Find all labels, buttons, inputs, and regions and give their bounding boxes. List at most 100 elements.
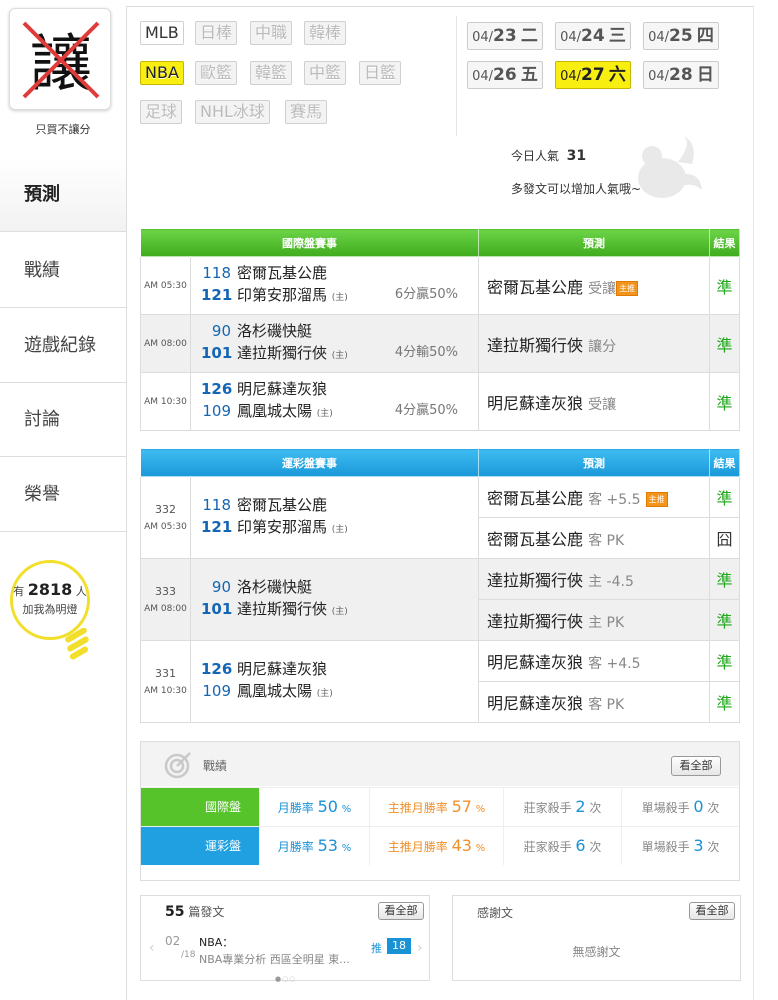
league-tag-npb[interactable]: 日棒 (195, 21, 238, 45)
menu-label: 遊戲紀錄 (24, 335, 96, 356)
table-row[interactable]: 331 AM 10:30 126 明尼蘇達灰狼 109 鳳凰城太陽 (主) 明尼蘇達灰… (140, 640, 740, 723)
table-row[interactable]: AM 10:30 126 明尼蘇達灰狼 109 鳳凰城太陽 (主) 4分贏50% 明尼… (140, 372, 740, 431)
record-header: 戰績 看全部 (141, 742, 739, 786)
table-header: 運彩盤賽事 預測 結果 (140, 448, 740, 477)
game-time: AM 10:30 (140, 372, 191, 431)
prediction: 達拉斯獨行俠 主 PK (478, 599, 710, 641)
menu-label: 預測 (24, 184, 60, 205)
date-button-0428[interactable]: 04/28 日 (643, 61, 719, 89)
record-label: 國際盤 (141, 788, 259, 826)
league-tag-kbl[interactable]: 韓籃 (250, 61, 293, 85)
result: 準 (709, 256, 740, 315)
league-tag-horse-racing[interactable]: 賽馬 (285, 100, 328, 124)
single-game-killer: 單場殺手 0 次 (621, 788, 739, 826)
table-row[interactable]: AM 05:30 118 密爾瓦基公鹿 121 印第安那溜馬 (主) 6分贏50% 密… (140, 256, 740, 315)
thanks-view-all-button[interactable]: 看全部 (689, 902, 735, 920)
game-time: AM 05:30 (144, 522, 187, 532)
monthly-win-rate: 月勝率 53 % (259, 827, 369, 865)
featured-badge: 主推 (645, 492, 668, 507)
header-event: 運彩盤賽事 (140, 448, 479, 477)
bulb-base-icon (65, 628, 89, 660)
posts-box: 55 篇發文 看全部 ‹ 02 /18 NBA： NBA專業分析 西區全明星 東… (140, 895, 430, 983)
post-title[interactable]: NBA： (199, 934, 233, 950)
result: 準 (709, 314, 740, 373)
header-result: 結果 (709, 448, 740, 477)
record-row-sport: 運彩盤 月勝率 53 % 主推月勝率 43 % 莊家殺手 6 次 單場殺手 3 … (141, 826, 739, 865)
post-day: /18 (181, 950, 196, 960)
table-row[interactable]: AM 08:00 90 洛杉磯快艇 101 達拉斯獨行俠 (主) 4分輸50% 達拉斯… (140, 314, 740, 373)
league-tag-soccer[interactable]: 足球 (140, 100, 183, 124)
menu-item-honor[interactable]: 榮譽 (0, 458, 126, 532)
record-row-intl: 國際盤 月勝率 50 % 主推月勝率 57 % 莊家殺手 2 次 單場殺手 0 … (141, 787, 739, 826)
bookie-killer: 莊家殺手 6 次 (503, 827, 621, 865)
bookie-killer: 莊家殺手 2 次 (503, 788, 621, 826)
date-button-0423[interactable]: 04/23 二 (467, 22, 543, 50)
game-time: AM 08:00 (144, 604, 187, 614)
menu-item-prediction[interactable]: 預測 (0, 158, 126, 232)
game-time: AM 08:00 (140, 314, 191, 373)
record-view-all-button[interactable]: 看全部 (671, 756, 721, 776)
result: 準 (709, 372, 740, 431)
league-tag-nba[interactable]: NBA (140, 61, 184, 85)
game-info: 332 AM 05:30 (140, 476, 191, 559)
league-tag-euro-basketball[interactable]: 歐籃 (195, 61, 238, 85)
matchup: 90 洛杉磯快艇 101 達拉斯獨行俠 (主) 4分輸50% (190, 314, 479, 373)
menu-item-discussion[interactable]: 討論 (0, 383, 126, 457)
next-arrow-icon[interactable]: › (417, 940, 423, 956)
menu-item-record[interactable]: 戰績 (0, 234, 126, 308)
date-button-0426[interactable]: 04/26 五 (467, 61, 543, 89)
thanks-box: 感謝文 看全部 無感謝文 (452, 895, 741, 981)
post-subtitle[interactable]: NBA專業分析 西區全明星 東... (199, 951, 350, 967)
fans-count-line: 有 2818 人 (13, 580, 87, 599)
result: 囧 (709, 517, 740, 559)
popularity-label: 今日人氣 (511, 149, 560, 163)
game-time: AM 05:30 (140, 256, 191, 315)
game-number: 332 (155, 503, 176, 516)
push-label: 推 (371, 942, 382, 955)
game-number: 333 (155, 585, 176, 598)
single-game-killer: 單場殺手 3 次 (621, 827, 739, 865)
intl-odds-table: 國際盤賽事 預測 結果 AM 05:30 118 密爾瓦基公鹿 121 印第安那溜馬… (140, 228, 740, 431)
menu-item-game-log[interactable]: 遊戲紀錄 (0, 309, 126, 383)
prediction: 密爾瓦基公鹿 客 +5.5 主推 (478, 476, 710, 518)
date-button-0425[interactable]: 04/25 四 (643, 22, 719, 50)
date-button-0424[interactable]: 04/24 三 (555, 22, 631, 50)
matchup: 126 明尼蘇達灰狼 109 鳳凰城太陽 (主) (190, 640, 479, 723)
result: 準 (709, 476, 740, 518)
record-label: 運彩盤 (141, 827, 259, 865)
matchup: 90 洛杉磯快艇 101 達拉斯獨行俠 (主) (190, 558, 479, 641)
menu-label: 討論 (24, 409, 60, 430)
header-prediction: 預測 (478, 228, 710, 257)
target-icon (164, 752, 191, 779)
league-tag-cpbl[interactable]: 中職 (250, 21, 293, 45)
league-tag-kbo[interactable]: 韓棒 (304, 21, 347, 45)
prev-arrow-icon[interactable]: ‹ (149, 940, 155, 956)
pagination-dots[interactable]: ●○○ (275, 975, 296, 983)
table-row[interactable]: 333 AM 08:00 90 洛杉磯快艇 101 達拉斯獨行俠 (主) 達拉斯獨行俠… (140, 558, 740, 641)
featured-win-rate: 主推月勝率 57 % (369, 788, 503, 826)
matchup: 118 密爾瓦基公鹿 121 印第安那溜馬 (主) (190, 476, 479, 559)
avatar[interactable]: 讓 (9, 8, 111, 110)
league-tag-nhl[interactable]: NHL冰球 (195, 100, 270, 124)
result: 準 (709, 558, 740, 600)
prediction: 明尼蘇達灰狼 客 +4.5 (478, 640, 710, 682)
thanks-title: 感謝文 (477, 906, 514, 920)
posts-view-all-button[interactable]: 看全部 (378, 902, 424, 920)
prediction: 明尼蘇達灰狼 受讓 (478, 372, 710, 431)
matchup: 118 密爾瓦基公鹿 121 印第安那溜馬 (主) 6分贏50% (190, 256, 479, 315)
league-tag-sbl[interactable]: 中籃 (304, 61, 347, 85)
date-button-0427[interactable]: 04/27 六 (555, 61, 631, 89)
avatar-image: 讓 (22, 21, 100, 100)
record-panel: 戰績 看全部 國際盤 月勝率 50 % 主推月勝率 57 % 莊家殺手 2 次 … (140, 741, 740, 881)
fans-count: 2818 (27, 580, 73, 599)
league-tag-mlb[interactable]: MLB (140, 21, 184, 45)
header-prediction: 預測 (478, 448, 710, 477)
popularity-value: 31 (566, 148, 587, 164)
prediction: 密爾瓦基公鹿 受讓 主推 (478, 256, 710, 315)
user-name: 只買不讓分 (35, 123, 91, 136)
table-row[interactable]: 332 AM 05:30 118 密爾瓦基公鹿 121 印第安那溜馬 (主) 密爾瓦基… (140, 476, 740, 559)
league-tag-bleague[interactable]: 日籃 (359, 61, 402, 85)
menu-label: 榮譽 (24, 484, 60, 505)
prediction: 達拉斯獨行俠 讓分 (478, 314, 710, 373)
sport-lottery-table: 運彩盤賽事 預測 結果 332 AM 05:30 118 密爾瓦基公鹿 121 印第安… (140, 448, 740, 723)
